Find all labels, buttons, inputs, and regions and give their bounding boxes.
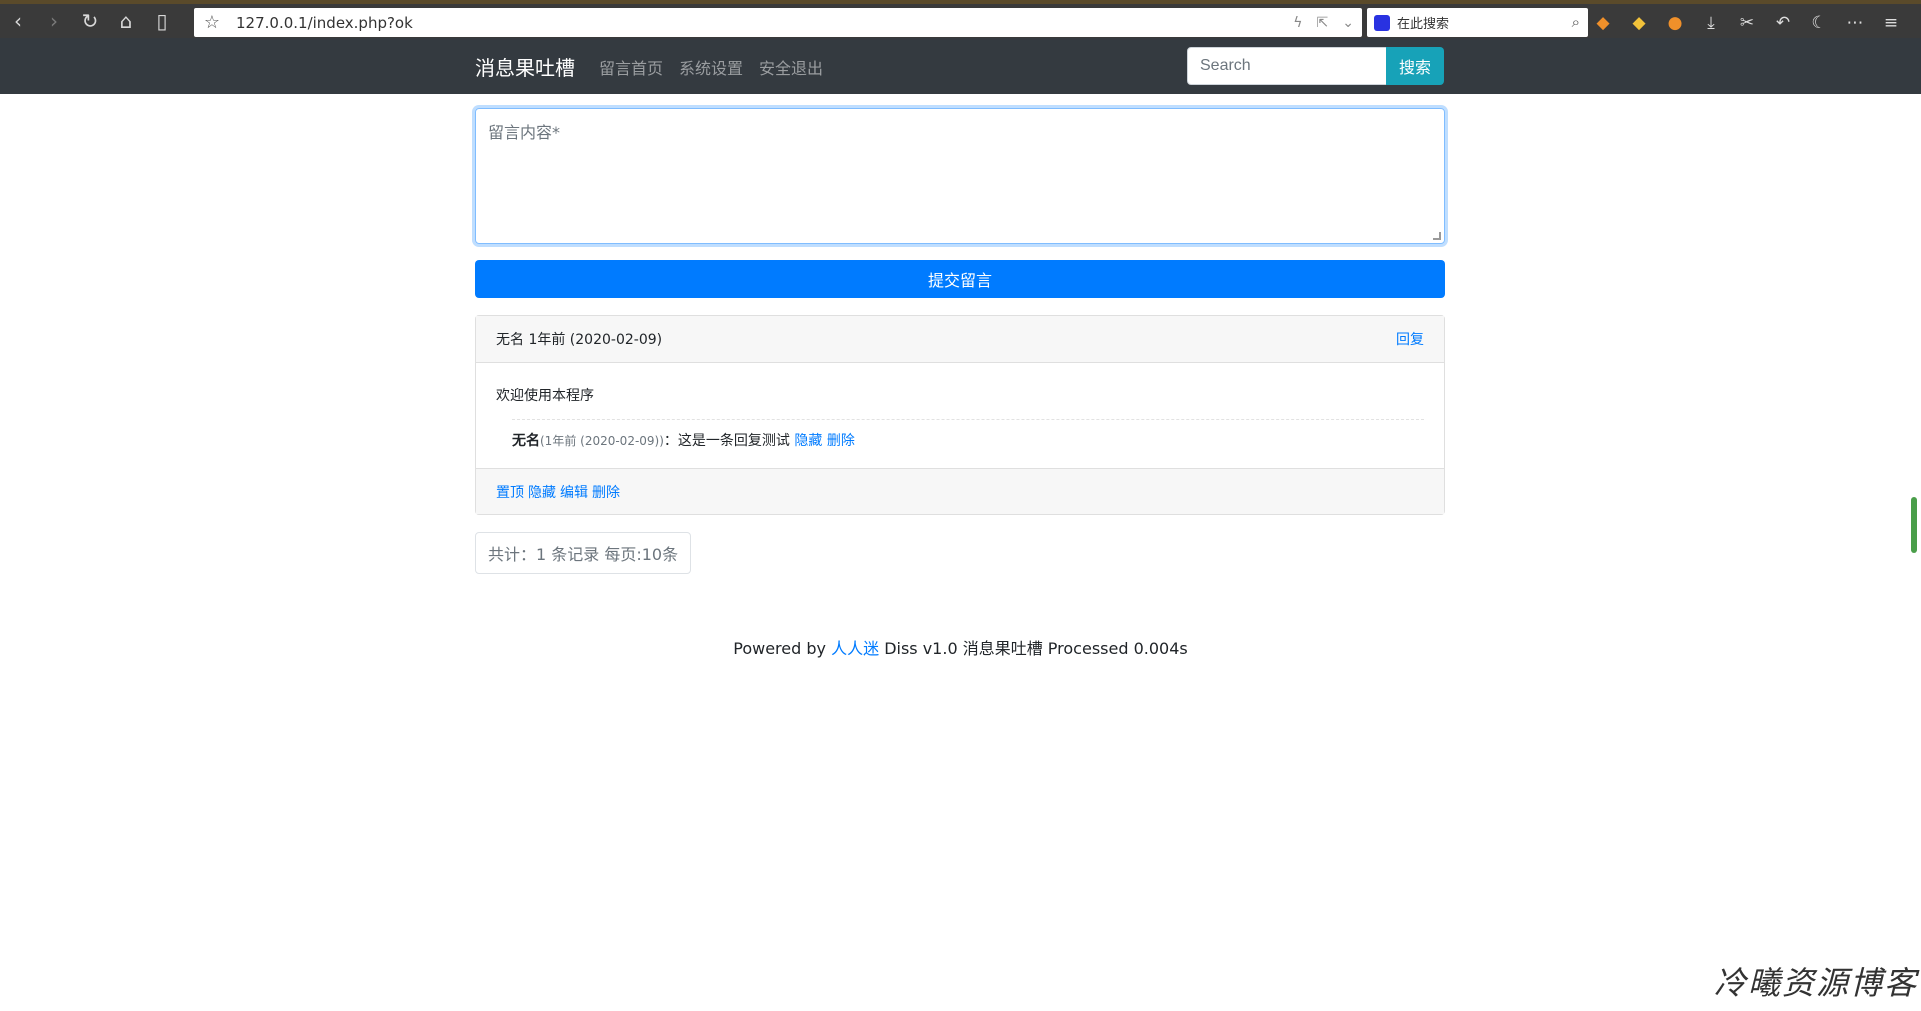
reply-delete-link[interactable]: 删除 (827, 433, 855, 449)
nav-link-settings[interactable]: 系统设置 (679, 55, 743, 79)
message-card-header: 无名 1年前 (2020-02-09) 回复 (476, 316, 1444, 363)
browser-search-placeholder[interactable]: 在此搜索 (1397, 13, 1449, 32)
more-icon[interactable]: ⋯ (1844, 12, 1866, 34)
nav-link-logout[interactable]: 安全退出 (759, 55, 823, 79)
back-icon[interactable]: ‹ (0, 6, 36, 36)
game-icon[interactable]: ◆ (1592, 12, 1614, 34)
search-input[interactable]: Search (1187, 47, 1387, 85)
download-icon[interactable]: ⤓ (1700, 12, 1722, 34)
nav-link-home[interactable]: 留言首页 (599, 55, 663, 79)
message-card: 无名 1年前 (2020-02-09) 回复 欢迎使用本程序 无名(1年前 (2… (475, 315, 1445, 515)
lightning-icon[interactable]: ϟ (1293, 15, 1302, 31)
menu-icon[interactable]: ≡ (1880, 12, 1902, 34)
message-time: 1年前 (2020-02-09) (528, 332, 663, 348)
edit-link[interactable]: 编辑 (560, 482, 588, 502)
scissors-icon[interactable]: ✂ (1736, 12, 1758, 34)
message-body: 欢迎使用本程序 (496, 388, 594, 404)
submit-message-button[interactable]: 提交留言 (475, 260, 1445, 298)
reload-icon[interactable]: ↻ (72, 6, 108, 36)
home-icon[interactable]: ⌂ (108, 6, 144, 36)
nav-links: 留言首页 系统设置 安全退出 (599, 55, 823, 79)
site-footer: Powered by 人人迷 Diss v1.0 消息果吐槽 Processed… (0, 635, 1921, 659)
message-card-footer: 置顶 隐藏 编辑 删除 (476, 468, 1444, 514)
moon-icon[interactable]: ☾ (1808, 12, 1830, 34)
browser-extensions: ◆ ◆ ● ⤓ ✂ ↶ ☾ ⋯ ≡ (1592, 8, 1902, 37)
chevron-down-icon[interactable]: ⌄ (1342, 15, 1354, 31)
undo-icon[interactable]: ↶ (1772, 12, 1794, 34)
page-scrollbar[interactable] (1911, 497, 1917, 553)
reader-icon[interactable]: ▯ (144, 6, 180, 36)
reply-author: 无名 (512, 433, 540, 449)
hide-link[interactable]: 隐藏 (528, 482, 556, 502)
message-card-body: 欢迎使用本程序 无名(1年前 (2020-02-09))：这是一条回复测试 隐藏… (476, 363, 1444, 468)
watermark: 冷曦资源博客 (1714, 964, 1919, 1002)
message-meta: 无名 1年前 (2020-02-09) (496, 329, 662, 349)
search-button[interactable]: 搜索 (1386, 47, 1444, 85)
pagination-summary: 共计：1 条记录 每页:10条 (475, 532, 692, 574)
url-text[interactable]: 127.0.0.1/index.php?ok (236, 14, 413, 32)
reply-colon: ： (663, 433, 678, 449)
site-brand[interactable]: 消息果吐槽 (475, 52, 575, 81)
search-engine-icon[interactable] (1367, 8, 1397, 37)
bookmark-star-icon[interactable]: ☆ (194, 12, 230, 33)
pin-link[interactable]: 置顶 (496, 482, 524, 502)
footer-version: Diss v1.0 消息果吐槽 Processed 0.004s (884, 639, 1188, 658)
main-container: 留言内容* 提交留言 无名 1年前 (2020-02-09) 回复 欢迎使用本程… (475, 108, 1445, 574)
reply-hide-link[interactable]: 隐藏 (794, 433, 822, 449)
delete-link[interactable]: 删除 (592, 482, 620, 502)
reply-text: 这是一条回复测试 (677, 433, 790, 449)
browser-search-box[interactable]: 在此搜索 ⌕ (1367, 8, 1588, 37)
forward-icon[interactable]: › (36, 6, 72, 36)
site-navbar: 消息果吐槽 留言首页 系统设置 安全退出 Search 搜索 (0, 38, 1921, 94)
pet-icon[interactable]: ◆ (1628, 12, 1650, 34)
footer-powered-by: Powered by (733, 639, 826, 658)
reply-link[interactable]: 回复 (1396, 329, 1424, 349)
search-icon[interactable]: ⌕ (1572, 13, 1580, 31)
message-content-textarea[interactable]: 留言内容* (475, 108, 1445, 244)
reply-meta: (1年前 (2020-02-09)) (540, 434, 664, 448)
footer-author-link[interactable]: 人人迷 (831, 639, 879, 658)
share-icon[interactable]: ⇱ (1317, 15, 1329, 31)
address-bar[interactable]: ☆ 127.0.0.1/index.php?ok ϟ ⇱ ⌄ (194, 8, 1362, 37)
textarea-placeholder: 留言内容* (488, 123, 561, 142)
cookie-icon[interactable]: ● (1664, 12, 1686, 34)
browser-toolbar: ‹ › ↻ ⌂ ▯ ☆ 127.0.0.1/index.php?ok ϟ ⇱ ⌄… (0, 0, 1921, 38)
message-author: 无名 (496, 332, 524, 348)
reply-item: 无名(1年前 (2020-02-09))：这是一条回复测试 隐藏 删除 (512, 419, 1424, 450)
resize-handle-icon[interactable] (1433, 232, 1441, 240)
address-actions: ϟ ⇱ ⌄ (1293, 8, 1354, 37)
